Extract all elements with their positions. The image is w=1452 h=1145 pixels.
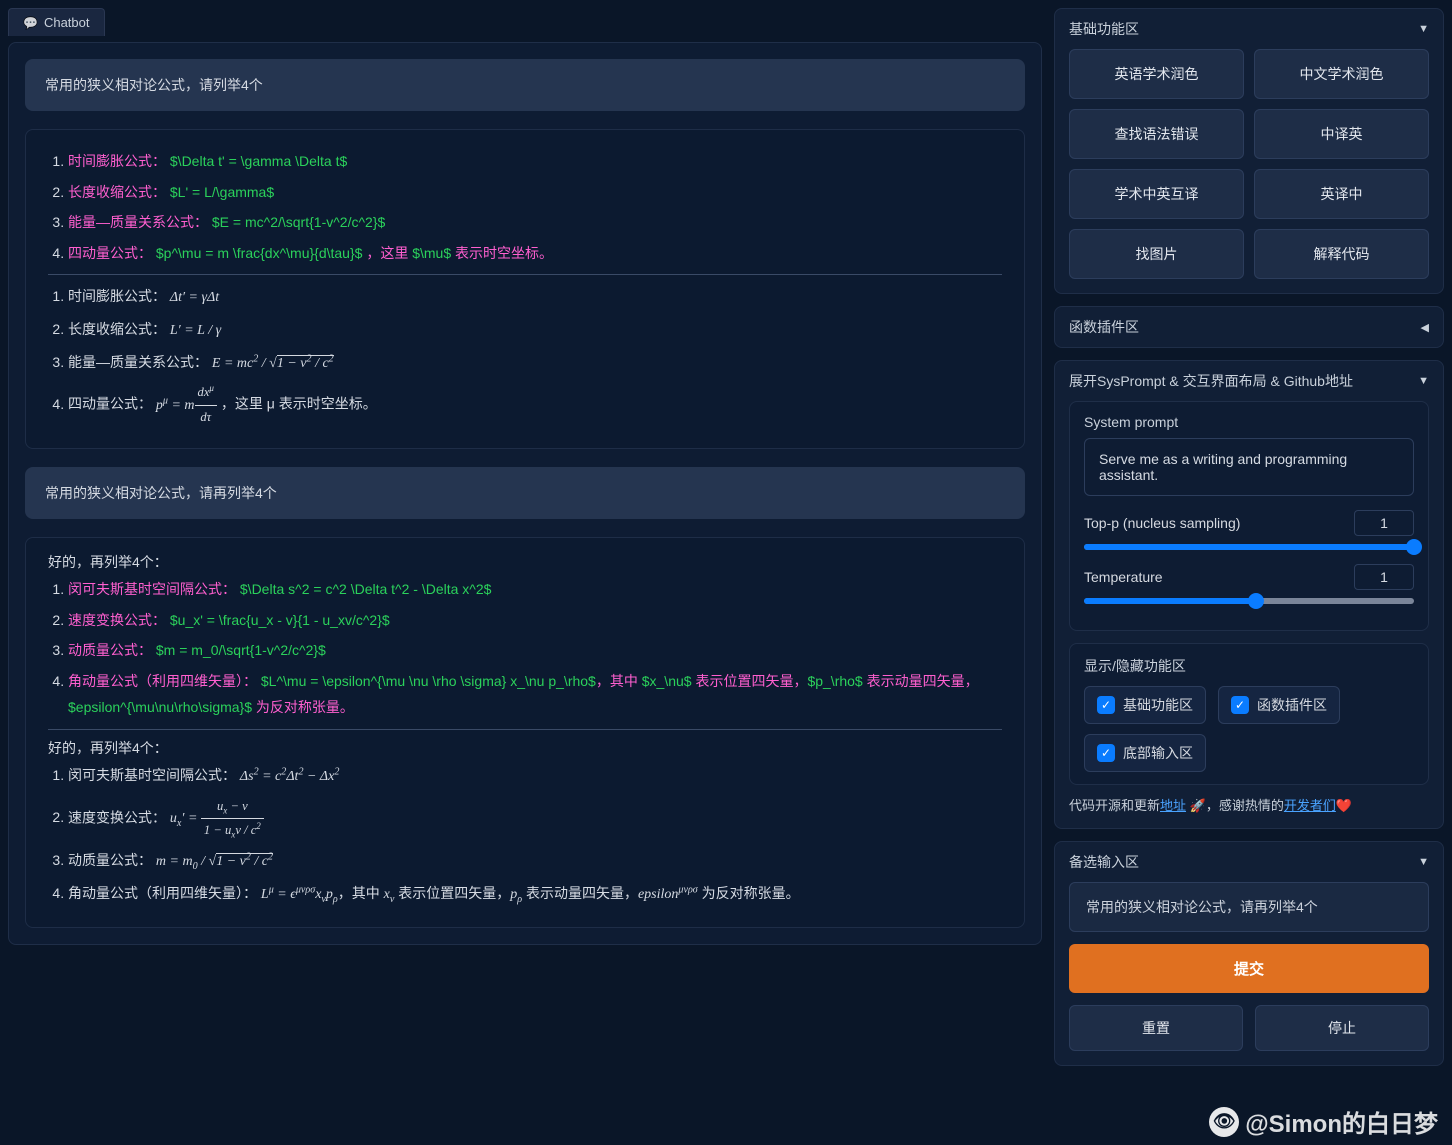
topp-value[interactable]: 1 <box>1354 510 1414 536</box>
chevron-down-icon: ▼ <box>1418 375 1429 387</box>
repo-link[interactable]: 地址 <box>1160 798 1186 813</box>
list-item: 角动量公式（利用四维矢量）： Lμ = ϵμνρσxνpρ，其中 xν 表示位置… <box>68 880 1002 909</box>
user-text: 常用的狭义相对论公式，请列举4个 <box>45 77 263 93</box>
bot-message: 好的，再列举4个： 闵可夫斯基时空间隔公式： $\Delta s^2 = c^2… <box>25 537 1025 928</box>
list-item: 长度收缩公式： $L' = L/\gamma$ <box>68 179 1002 206</box>
checkbox-icon: ✓ <box>1097 744 1115 762</box>
topp-slider[interactable] <box>1084 544 1414 550</box>
checkbox-icon: ✓ <box>1231 696 1249 714</box>
check-bottom-input[interactable]: ✓ 底部输入区 <box>1084 734 1206 772</box>
system-prompt-input[interactable]: Serve me as a writing and programming as… <box>1084 438 1414 496</box>
temperature-value[interactable]: 1 <box>1354 564 1414 590</box>
tab-chatbot[interactable]: 💬 Chatbot <box>8 8 105 36</box>
checkbox-icon: ✓ <box>1097 696 1115 714</box>
check-plugin[interactable]: ✓ 函数插件区 <box>1218 686 1340 724</box>
list-item: 速度变换公式： ux′ = ux − v1 − uxv / c2 <box>68 795 1002 844</box>
footer-note: 代码开源和更新地址 🚀，感谢热情的开发者们❤️ <box>1069 795 1429 814</box>
show-hide-label: 显示/隐藏功能区 <box>1084 656 1414 676</box>
list-item: 四动量公式： pμ = mdxμdτ ，这里 μ 表示时空坐标。 <box>68 381 1002 430</box>
bot-message: 时间膨胀公式： $\Delta t' = \gamma \Delta t$ 长度… <box>25 129 1025 449</box>
user-text: 常用的狭义相对论公式，请再列举4个 <box>45 485 277 501</box>
chat-area: 常用的狭义相对论公式，请列举4个 时间膨胀公式： $\Delta t' = \g… <box>8 42 1042 945</box>
panel-toggle[interactable]: 展开SysPrompt & 交互界面布局 & Github地址 ▼ <box>1069 371 1429 391</box>
basic-functions-panel: 基础功能区 ▼ 英语学术润色 中文学术润色 查找语法错误 中译英 学术中英互译 … <box>1054 8 1444 294</box>
list-item: 时间膨胀公式： Δt′ = γΔt <box>68 283 1002 312</box>
check-basic[interactable]: ✓ 基础功能区 <box>1084 686 1206 724</box>
alt-input[interactable]: 常用的狭义相对论公式，请再列举4个 <box>1069 882 1429 932</box>
fn-zh-to-en[interactable]: 中译英 <box>1254 109 1429 159</box>
fn-grammar-check[interactable]: 查找语法错误 <box>1069 109 1244 159</box>
chat-icon: 💬 <box>23 16 38 30</box>
list-item: 角动量公式（利用四维矢量）： $L^\mu = \epsilon^{\mu \n… <box>68 668 1002 721</box>
formula: E = mc2 / √1 − v2 / c2 <box>212 356 334 371</box>
list-item: 时间膨胀公式： $\Delta t' = \gamma \Delta t$ <box>68 148 1002 175</box>
system-prompt-label: System prompt <box>1084 414 1414 430</box>
chevron-down-icon: ▼ <box>1418 23 1429 35</box>
stop-button[interactable]: 停止 <box>1255 1005 1429 1051</box>
tab-label: Chatbot <box>44 15 90 30</box>
fn-explain-code[interactable]: 解释代码 <box>1254 229 1429 279</box>
developers-link[interactable]: 开发者们 <box>1284 798 1336 813</box>
formula: Δs2 = c2Δt2 − Δx2 <box>240 769 340 784</box>
list-item: 速度变换公式： $u_x' = \frac{u_x - v}{1 - u_xv/… <box>68 607 1002 634</box>
fn-academic-translate[interactable]: 学术中英互译 <box>1069 169 1244 219</box>
list-item: 闵可夫斯基时空间隔公式： Δs2 = c2Δt2 − Δx2 <box>68 762 1002 791</box>
alt-input-panel: 备选输入区 ▼ 常用的狭义相对论公式，请再列举4个 提交 重置 停止 <box>1054 841 1444 1066</box>
formula: pμ = mdxμdτ <box>156 398 217 413</box>
panel-toggle[interactable]: 函数插件区 ◀ <box>1069 317 1429 337</box>
formula: m = m0 / √1 − v2 / c2 <box>156 854 273 869</box>
formula: Δt′ = γΔt <box>170 290 219 305</box>
panel-toggle[interactable]: 基础功能区 ▼ <box>1069 19 1429 39</box>
user-message: 常用的狭义相对论公式，请再列举4个 <box>25 467 1025 519</box>
expand-panel: 展开SysPrompt & 交互界面布局 & Github地址 ▼ System… <box>1054 360 1444 829</box>
list-item: 四动量公式： $p^\mu = m \frac{dx^\mu}{d\tau}$ … <box>68 240 1002 267</box>
list-item: 动质量公式： m = m0 / √1 − v2 / c2 <box>68 847 1002 876</box>
chevron-down-icon: ▼ <box>1418 856 1429 868</box>
reset-button[interactable]: 重置 <box>1069 1005 1243 1051</box>
user-message: 常用的狭义相对论公式，请列举4个 <box>25 59 1025 111</box>
fn-find-image[interactable]: 找图片 <box>1069 229 1244 279</box>
submit-button[interactable]: 提交 <box>1069 944 1429 993</box>
fn-chinese-polish[interactable]: 中文学术润色 <box>1254 49 1429 99</box>
formula: L′ = L / γ <box>170 323 221 338</box>
plugin-panel: 函数插件区 ◀ <box>1054 306 1444 348</box>
fn-english-polish[interactable]: 英语学术润色 <box>1069 49 1244 99</box>
list-item: 长度收缩公式： L′ = L / γ <box>68 316 1002 345</box>
temperature-slider[interactable] <box>1084 598 1414 604</box>
list-item: 闵可夫斯基时空间隔公式： $\Delta s^2 = c^2 \Delta t^… <box>68 576 1002 603</box>
list-item: 动质量公式： $m = m_0/\sqrt{1-v^2/c^2}$ <box>68 637 1002 664</box>
topp-label: Top-p (nucleus sampling) <box>1084 515 1240 531</box>
list-item: 能量—质量关系公式： $E = mc^2/\sqrt{1-v^2/c^2}$ <box>68 209 1002 236</box>
weibo-icon: 👁 <box>1209 1107 1239 1137</box>
watermark: 👁 @Simon的白日梦 <box>1209 1104 1438 1139</box>
formula: ux′ = ux − v1 − uxv / c2 <box>170 811 264 826</box>
panel-toggle[interactable]: 备选输入区 ▼ <box>1069 852 1429 872</box>
fn-en-to-zh[interactable]: 英译中 <box>1254 169 1429 219</box>
chevron-left-icon: ◀ <box>1421 321 1429 334</box>
temperature-label: Temperature <box>1084 569 1163 585</box>
list-item: 能量—质量关系公式： E = mc2 / √1 − v2 / c2 <box>68 349 1002 378</box>
formula: Lμ = ϵμνρσxνpρ <box>261 887 338 902</box>
